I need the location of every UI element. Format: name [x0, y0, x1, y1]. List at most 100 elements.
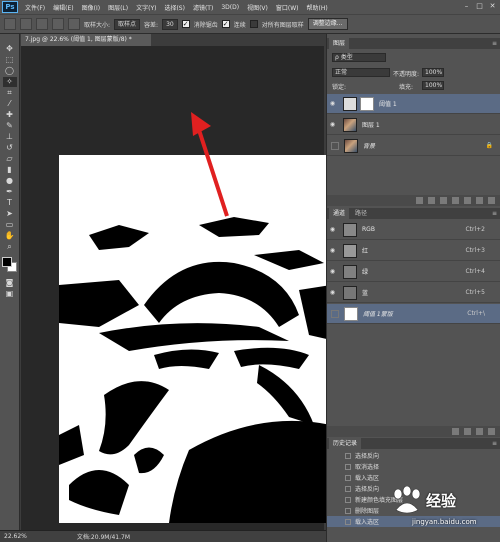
- hand-tool-icon[interactable]: ✋: [3, 231, 17, 241]
- history-item[interactable]: 新建颜色填充图层: [327, 494, 500, 505]
- gradient-tool-icon[interactable]: ▮: [3, 165, 17, 175]
- panel-menu-icon[interactable]: ≡: [492, 208, 497, 219]
- eye-icon[interactable]: ◉: [327, 121, 338, 128]
- new-layer-icon[interactable]: [476, 197, 483, 204]
- layer-mask-thumbnail[interactable]: [360, 96, 374, 111]
- subtract-selection-icon[interactable]: [52, 18, 64, 30]
- channel-row-rgb[interactable]: ◉ RGB Ctrl+2: [327, 220, 500, 240]
- minimize-icon[interactable]: –: [462, 2, 471, 11]
- contiguous-checkbox[interactable]: ✓: [221, 20, 230, 28]
- channel-row-threshold-mask[interactable]: 阈值 1蒙版 Ctrl+\: [327, 304, 500, 324]
- history-item[interactable]: 取消选择: [327, 461, 500, 472]
- type-tool-icon[interactable]: T: [3, 198, 17, 208]
- panel-menu-icon[interactable]: ≡: [492, 438, 497, 449]
- menu-filter[interactable]: 滤镜(T): [189, 3, 217, 12]
- menu-help[interactable]: 帮助(H): [303, 3, 332, 12]
- photoshop-logo: Ps: [2, 1, 18, 13]
- history-item[interactable]: 删除图层: [327, 505, 500, 516]
- marquee-tool-icon[interactable]: ⬚: [3, 55, 17, 65]
- move-tool-icon[interactable]: ✥: [3, 44, 17, 54]
- eyedropper-tool-icon[interactable]: ⁄: [3, 99, 17, 109]
- new-group-icon[interactable]: [464, 197, 471, 204]
- eye-icon[interactable]: ◉: [327, 226, 338, 233]
- layers-panel-footer: [327, 195, 500, 206]
- brush-tool-icon[interactable]: ✎: [3, 121, 17, 131]
- shape-tool-icon[interactable]: ▭: [3, 220, 17, 230]
- screen-mode-icon[interactable]: ▣: [3, 289, 17, 299]
- tab-history[interactable]: 历史记录: [329, 438, 362, 449]
- hidden-eye-box[interactable]: [331, 141, 339, 150]
- channel-row-green[interactable]: ◉ 绿 Ctrl+4: [327, 262, 500, 282]
- eraser-tool-icon[interactable]: ▱: [3, 154, 17, 164]
- save-selection-channel-icon[interactable]: [464, 428, 471, 435]
- layer-style-icon[interactable]: [428, 197, 435, 204]
- menu-window[interactable]: 窗口(W): [272, 3, 303, 12]
- menu-3d[interactable]: 3D(D): [217, 4, 243, 11]
- layer-filter-select[interactable]: ρ 类型: [332, 53, 386, 62]
- color-swatches[interactable]: [1, 257, 18, 273]
- maximize-icon[interactable]: □: [475, 2, 484, 11]
- eye-icon[interactable]: ◉: [327, 100, 338, 107]
- foreground-color-swatch[interactable]: [1, 257, 12, 267]
- zoom-level[interactable]: 22.62%: [4, 533, 27, 540]
- pen-tool-icon[interactable]: ✒: [3, 187, 17, 197]
- layer-thumbnail: [343, 117, 357, 132]
- hidden-eye-box[interactable]: [331, 309, 339, 318]
- new-channel-icon[interactable]: [476, 428, 483, 435]
- history-item-current[interactable]: 载入选区: [327, 516, 500, 527]
- magic-wand-tool-icon[interactable]: ✧: [2, 77, 17, 87]
- crop-tool-icon[interactable]: ⌗: [3, 88, 17, 98]
- opacity-input[interactable]: 100%: [422, 68, 444, 77]
- menu-view[interactable]: 视图(V): [243, 3, 272, 12]
- path-select-icon[interactable]: ➤: [3, 209, 17, 219]
- tab-paths[interactable]: 路径: [351, 208, 371, 219]
- menu-layer[interactable]: 图层(L): [104, 3, 132, 12]
- tab-channels[interactable]: 通道: [329, 208, 350, 219]
- menu-edit[interactable]: 编辑(E): [49, 3, 77, 12]
- link-layers-icon[interactable]: [416, 197, 423, 204]
- eye-icon[interactable]: ◉: [327, 289, 338, 296]
- channel-row-red[interactable]: ◉ 红 Ctrl+3: [327, 241, 500, 261]
- layer-row-layer1[interactable]: ◉ 图层 1: [327, 115, 500, 135]
- history-item[interactable]: 载入选区: [327, 472, 500, 483]
- tab-layers[interactable]: 图层: [329, 38, 350, 49]
- stamp-tool-icon[interactable]: ⊥: [3, 132, 17, 142]
- all-layers-checkbox[interactable]: [249, 20, 258, 28]
- menu-type[interactable]: 文字(Y): [132, 3, 160, 12]
- fill-input[interactable]: 100%: [422, 81, 444, 90]
- panel-menu-icon[interactable]: ≡: [492, 38, 497, 49]
- blend-mode-select[interactable]: 正常: [332, 68, 390, 77]
- menu-file[interactable]: 文件(F): [21, 3, 49, 12]
- lasso-tool-icon[interactable]: ◯: [3, 66, 17, 76]
- layer-row-background[interactable]: 背景 🔒: [327, 136, 500, 156]
- eye-icon[interactable]: ◉: [327, 268, 338, 275]
- adjustment-layer-icon[interactable]: [452, 197, 459, 204]
- menu-select[interactable]: 选择(S): [160, 3, 189, 12]
- load-channel-selection-icon[interactable]: [452, 428, 459, 435]
- dodge-tool-icon[interactable]: ●: [3, 176, 17, 186]
- sample-size-select[interactable]: 取样点: [114, 18, 141, 30]
- quick-mask-icon[interactable]: ◙: [3, 278, 17, 288]
- add-mask-icon[interactable]: [440, 197, 447, 204]
- menu-image[interactable]: 图像(I): [78, 3, 104, 12]
- document-tab[interactable]: 7.jpg @ 22.6% (阈值 1, 图层蒙版/8) *: [21, 34, 151, 46]
- history-brush-icon[interactable]: ↺: [3, 143, 17, 153]
- antialias-checkbox[interactable]: ✓: [181, 20, 190, 28]
- intersect-selection-icon[interactable]: [68, 18, 80, 30]
- delete-channel-icon[interactable]: [488, 428, 495, 435]
- history-label: 取消选择: [355, 464, 380, 471]
- tolerance-input[interactable]: 30: [162, 18, 178, 30]
- history-item[interactable]: 选择反向: [327, 483, 500, 494]
- healing-tool-icon[interactable]: ✚: [3, 110, 17, 120]
- history-item[interactable]: 选择反向: [327, 450, 500, 461]
- channel-row-blue[interactable]: ◉ 蓝 Ctrl+5: [327, 283, 500, 303]
- zoom-tool-icon[interactable]: ⌕: [3, 242, 17, 252]
- delete-layer-icon[interactable]: [488, 197, 495, 204]
- layer-row-threshold[interactable]: ◉ 阈值 1: [327, 94, 500, 114]
- refine-edge-button[interactable]: 调整边缘...: [307, 18, 348, 30]
- close-icon[interactable]: ✕: [488, 2, 497, 11]
- tool-preset-icon[interactable]: [4, 18, 16, 30]
- add-selection-icon[interactable]: [36, 18, 48, 30]
- eye-icon[interactable]: ◉: [327, 247, 338, 254]
- new-selection-icon[interactable]: [20, 18, 32, 30]
